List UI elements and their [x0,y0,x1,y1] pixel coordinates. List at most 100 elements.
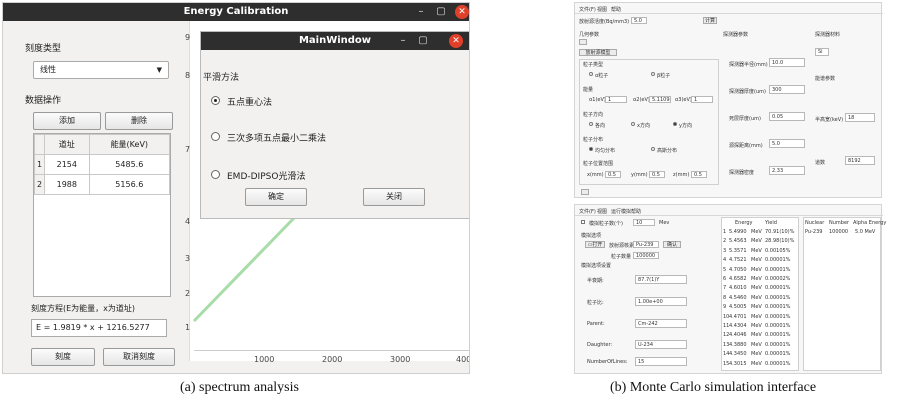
events-input[interactable]: 10 [633,219,655,226]
table-row[interactable]: 2 1988 5156.6 [34,174,171,195]
result-nuclear[interactable]: Pu-239 [805,229,822,235]
menu-run[interactable]: 运行模拟 [611,208,631,215]
cell-energy[interactable]: 4.5460 [729,295,747,301]
material-select[interactable]: Si [815,48,829,56]
radio-beta[interactable] [651,72,655,76]
cell-energy[interactable]: 5.4990 [729,229,747,235]
menu-help[interactable]: 帮助 [611,6,621,13]
radio-x[interactable] [631,122,635,126]
cell-energy[interactable]: 5.4563 [729,238,747,244]
ratio-field[interactable]: 1.00e+00 [635,297,687,306]
menu-file[interactable]: 文件(F) [579,208,596,215]
maximize-icon[interactable]: ▢ [415,32,431,50]
cell-yield[interactable]: 0.00001% [765,351,790,357]
menu-file[interactable]: 文件(F) [579,6,596,13]
cell-energy[interactable]: 4.7521 [729,257,747,263]
cell-yield[interactable]: 0.00001% [765,285,790,291]
cell-unit[interactable]: MeV [751,276,762,282]
menu-view[interactable]: 视图 [597,208,607,215]
scale-type-select[interactable]: 线性 ▼ [33,61,169,79]
cell-yield[interactable]: 0.00001% [765,267,790,273]
confirm-button[interactable]: 确认 [663,241,681,248]
row-index[interactable]: 8 [723,295,726,301]
radio-alpha[interactable] [589,72,593,76]
cell-unit[interactable]: MeV [751,285,762,291]
ok-button[interactable]: 确定 [245,188,307,206]
distance-input[interactable]: 5.0 [769,139,805,148]
cell-energy[interactable]: 4.3015 [729,361,747,367]
result-alpha[interactable]: 5.0 MeV [855,229,875,235]
cell-yield[interactable]: 0.00001% [765,342,790,348]
density-input[interactable]: 2.33 [769,166,805,175]
cell-energy[interactable]: 5156.6 [88,174,171,195]
cell-unit[interactable]: MeV [751,229,762,235]
cell-unit[interactable]: MeV [751,295,762,301]
cell-unit[interactable]: MeV [751,332,762,338]
add-button[interactable]: 添加 [33,112,101,130]
cell-energy[interactable]: 4.6010 [729,285,747,291]
header-energy[interactable]: Energy [735,220,753,226]
pos-y-input[interactable]: 0.5 [649,171,665,178]
close-button[interactable]: 关闭 [363,188,425,206]
cell-energy[interactable]: 4.4304 [729,323,747,329]
cell-channel[interactable]: 1988 [44,174,90,195]
fwhm-input[interactable]: 18 [845,113,875,122]
daughter-field[interactable]: U-234 [635,340,687,349]
e2-input[interactable]: 5.11098 [649,96,671,103]
cell-unit[interactable]: MeV [751,267,762,273]
cell-yield[interactable]: 28.98(10)% [765,238,794,244]
parent-field[interactable]: Cm-242 [635,319,687,328]
close-icon[interactable]: ✕ [455,5,469,19]
row-index[interactable]: 1 [723,229,726,235]
header-channel[interactable]: 道址 [44,134,90,155]
cell-yield[interactable]: 0.00001% [765,332,790,338]
table-row[interactable]: 1 2154 5485.6 [34,154,171,175]
cell-unit[interactable]: MeV [751,304,762,310]
lines-field[interactable]: 15 [635,357,687,366]
dead-layer-input[interactable]: 0.05 [769,112,805,121]
header-energy[interactable]: 能量(KeV) [88,134,171,155]
cell-unit[interactable]: MeV [751,323,762,329]
row-index[interactable]: 2 [723,238,726,244]
radio-option-1[interactable] [211,96,220,105]
pos-x-input[interactable]: 0.5 [605,171,621,178]
cell-yield[interactable]: 0.00001% [765,257,790,263]
row-index[interactable]: 6 [723,276,726,282]
cell-unit[interactable]: MeV [751,314,762,320]
menu-help[interactable]: 帮助 [631,208,641,215]
calculate-button[interactable]: 计算 [703,17,717,24]
header-yield[interactable]: Yield [765,220,777,226]
radio-uniform[interactable] [589,147,593,151]
detector-radius-input[interactable]: 10.0 [769,58,805,67]
cell-channel[interactable]: 2154 [44,154,90,175]
radio-gauss[interactable] [651,147,655,151]
collapse-button[interactable] [579,39,587,45]
cell-energy[interactable]: 4.6582 [729,276,747,282]
cell-energy[interactable]: 4.3880 [729,342,747,348]
e1-input[interactable]: 1 [605,96,627,103]
cell-energy[interactable]: 4.3450 [729,351,747,357]
cell-energy[interactable]: 4.5005 [729,304,747,310]
header-number[interactable]: Number [829,220,849,226]
row-index[interactable]: 9 [723,304,726,310]
source-model-button[interactable]: 放射源模型 [579,49,617,56]
maximize-icon[interactable]: ▢ [433,3,449,21]
radio-iso[interactable] [589,122,593,126]
events-checkbox[interactable] [581,220,585,224]
cell-energy[interactable]: 5485.6 [88,154,171,175]
cell-energy[interactable]: 4.4046 [729,332,747,338]
channels-input[interactable]: 8192 [845,156,875,165]
header-alpha-energy[interactable]: Alpha Energy [853,220,886,226]
cell-energy[interactable]: 5.3571 [729,248,747,254]
cell-unit[interactable]: MeV [751,361,762,367]
cell-energy[interactable]: 4.4701 [729,314,747,320]
open-button[interactable]: ▭打开 [585,241,605,248]
half-life-field[interactable]: 87.7(1)Y [635,275,687,284]
equation-field[interactable]: E = 1.9819 * x + 1216.5277 [31,319,167,337]
calibrate-button[interactable]: 刻度 [31,348,95,366]
result-number[interactable]: 100000 [829,229,848,235]
delete-button[interactable]: 删除 [105,112,173,130]
row-index[interactable]: 3 [723,248,726,254]
cell-yield[interactable]: 0.00001% [765,304,790,310]
cell-yield[interactable]: 0.00001% [765,295,790,301]
